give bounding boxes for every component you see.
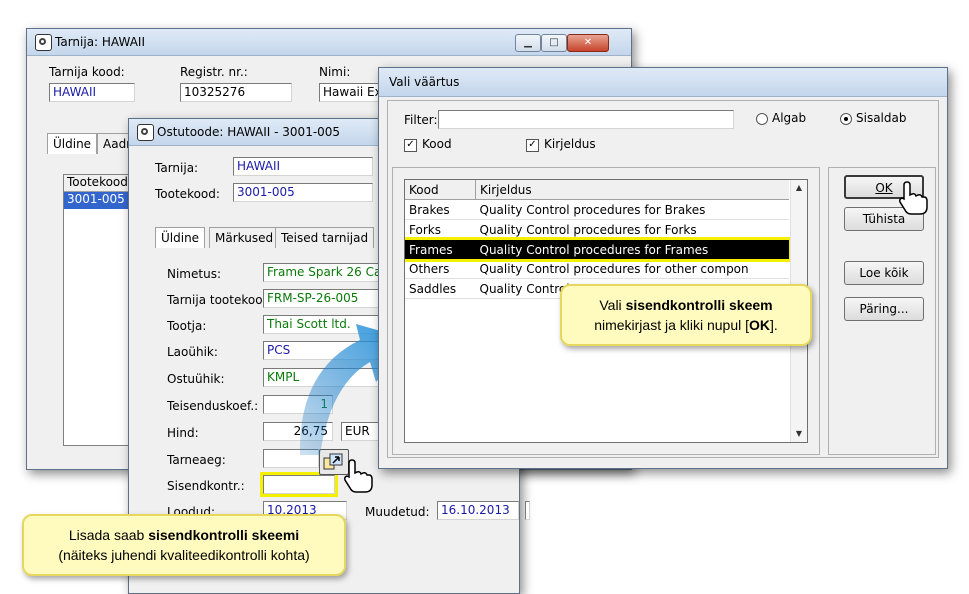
maximize-button[interactable]: □ bbox=[541, 34, 567, 52]
supplier-code-label: Tarnija kood: bbox=[49, 65, 125, 79]
list-header[interactable]: Tootekood bbox=[64, 175, 132, 192]
name-label: Nimetus: bbox=[167, 267, 221, 281]
dialog-titlebar: Vali väärtus bbox=[379, 68, 947, 97]
checkbox-code[interactable]: ✓ bbox=[404, 139, 417, 152]
row-code: Saddles bbox=[409, 281, 457, 296]
dialog-body: Filter: Algab Sisaldab ✓ Kood ✓ Kirjeldu… bbox=[387, 100, 939, 458]
product-code-label: Tootekood: bbox=[155, 187, 220, 201]
close-icon: ✕ bbox=[583, 37, 593, 48]
callout-line-1: Lisada saab sisendkontrolli skeemi bbox=[24, 525, 344, 545]
input-control-field[interactable] bbox=[263, 475, 335, 494]
select-value-dialog: Vali väärtus Filter: Algab Sisaldab ✓ Ko… bbox=[378, 67, 948, 469]
callout-line-2: nimekirjast ja kliki nupul [OK]. bbox=[562, 315, 810, 335]
scroll-up-icon[interactable]: ▲ bbox=[791, 180, 807, 196]
tab-general[interactable]: Üldine bbox=[47, 133, 98, 154]
scroll-down-icon[interactable]: ▼ bbox=[791, 426, 807, 442]
supplier-field[interactable]: HAWAII bbox=[233, 157, 373, 176]
modified-user-field[interactable]: LEONID bbox=[525, 501, 530, 520]
input-control-label: Sisendkontr.: bbox=[167, 479, 245, 493]
price-label: Hind: bbox=[167, 426, 199, 440]
modified-label: Muudetud: bbox=[365, 505, 430, 519]
list-item[interactable]: 3001-005 bbox=[64, 192, 132, 209]
load-all-button[interactable]: Loe kõik bbox=[844, 261, 924, 285]
product-list: Tootekood 3001-005 bbox=[63, 174, 133, 446]
reg-number-field[interactable]: 10325276 bbox=[180, 83, 292, 102]
callout-select-scheme: Vali sisendkontrolli skeem nimekirjast j… bbox=[560, 284, 812, 346]
stock-unit-label: Laoühik: bbox=[167, 345, 218, 359]
row-code: Others bbox=[409, 261, 450, 276]
table-row[interactable]: Forks Quality Control procedures for For… bbox=[405, 220, 789, 240]
table-row-selected[interactable]: Frames Quality Control procedures for Fr… bbox=[405, 236, 792, 262]
callout-bold: sisendkontrolli skeemi bbox=[148, 527, 300, 543]
row-code: Frames bbox=[409, 242, 453, 257]
callout-add-scheme: Lisada saab sisendkontrolli skeemi (näit… bbox=[22, 514, 346, 576]
minimize-button[interactable]: ▁ bbox=[515, 34, 541, 52]
callout-bold: OK bbox=[749, 317, 771, 333]
value-table: Kood Kirjeldus Brakes Quality Control pr… bbox=[405, 180, 792, 299]
row-description: Quality Control procedures for other com… bbox=[479, 261, 749, 276]
table-row[interactable]: Brakes Quality Control procedures for Br… bbox=[405, 200, 789, 220]
row-description: Quality Control procedures for Forks bbox=[479, 222, 697, 237]
table-row[interactable]: Others Quality Control procedures for ot… bbox=[405, 259, 789, 279]
radio-contains-label: Sisaldab bbox=[856, 111, 907, 125]
dialog-title: Vali väärtus bbox=[389, 75, 460, 89]
supplier-window-title: Tarnija: HAWAII bbox=[55, 35, 145, 49]
column-header-code[interactable]: Kood bbox=[405, 180, 476, 200]
callout-text: nimekirjast ja kliki nupul [ bbox=[594, 317, 750, 333]
tab-other-suppliers[interactable]: Teised tarnijad bbox=[275, 227, 375, 248]
callout-bold: sisendkontrolli skeem bbox=[625, 297, 773, 313]
supplier-titlebar: Tarnija: HAWAII ▁ □ ✕ bbox=[27, 29, 631, 56]
tab-notes[interactable]: Märkused bbox=[209, 227, 280, 248]
maximize-icon: □ bbox=[549, 37, 559, 48]
column-header-description[interactable]: Kirjeldus bbox=[475, 180, 789, 200]
app-icon bbox=[137, 124, 154, 141]
modified-date-field[interactable]: 16.10.2013 bbox=[437, 501, 519, 520]
callout-text: Lisada saab bbox=[68, 527, 149, 543]
callout-text: ]. bbox=[770, 317, 778, 333]
close-button[interactable]: ✕ bbox=[567, 34, 609, 52]
checkbox-description-label: Kirjeldus bbox=[544, 137, 596, 151]
supplier-product-code-label: Tarnija tootekood: bbox=[167, 293, 275, 307]
row-code: Forks bbox=[409, 222, 441, 237]
filter-input[interactable] bbox=[438, 110, 734, 129]
radio-contains[interactable] bbox=[840, 113, 852, 125]
filter-label: Filter: bbox=[404, 113, 438, 127]
name-label: Nimi: bbox=[319, 65, 351, 79]
ok-button-label: OK bbox=[875, 181, 893, 195]
purchase-unit-label: Ostuühik: bbox=[167, 372, 225, 386]
callout-line-1: Vali sisendkontrolli skeem bbox=[562, 295, 810, 315]
manufacturer-label: Tootja: bbox=[167, 319, 207, 333]
radio-starts[interactable] bbox=[756, 113, 768, 125]
row-description: Quality Control procedures for Frames bbox=[479, 242, 709, 257]
radio-starts-label: Algab bbox=[772, 111, 807, 125]
reg-number-label: Registr. nr.: bbox=[180, 65, 248, 79]
query-button[interactable]: Päring... bbox=[844, 297, 924, 321]
lead-time-label: Tarneaeg: bbox=[167, 453, 226, 467]
hand-cursor-icon bbox=[899, 181, 928, 215]
conversion-label: Teisenduskoef.: bbox=[167, 399, 259, 413]
checkbox-code-label: Kood bbox=[422, 137, 452, 151]
supplier-code-field[interactable]: HAWAII bbox=[49, 83, 135, 102]
hand-cursor-icon bbox=[344, 459, 373, 493]
callout-line-2: (näiteks juhendi kvaliteedikontrolli koh… bbox=[58, 547, 310, 563]
tab-general[interactable]: Üldine bbox=[155, 227, 206, 248]
name-field[interactable]: Frame Spark 26 Carbo bbox=[263, 263, 393, 282]
product-code-field[interactable]: 3001-005 bbox=[233, 183, 373, 202]
product-window-title: Ostutoode: HAWAII - 3001-005 bbox=[157, 125, 341, 139]
table-header: Kood Kirjeldus bbox=[405, 180, 789, 200]
row-code: Brakes bbox=[409, 202, 450, 217]
callout-text: Vali bbox=[599, 297, 626, 313]
app-icon bbox=[35, 34, 52, 51]
minimize-icon: ▁ bbox=[524, 37, 532, 48]
checkbox-description[interactable]: ✓ bbox=[526, 139, 539, 152]
supplier-label: Tarnija: bbox=[155, 161, 199, 175]
row-description: Quality Control procedures for Brakes bbox=[479, 202, 706, 217]
